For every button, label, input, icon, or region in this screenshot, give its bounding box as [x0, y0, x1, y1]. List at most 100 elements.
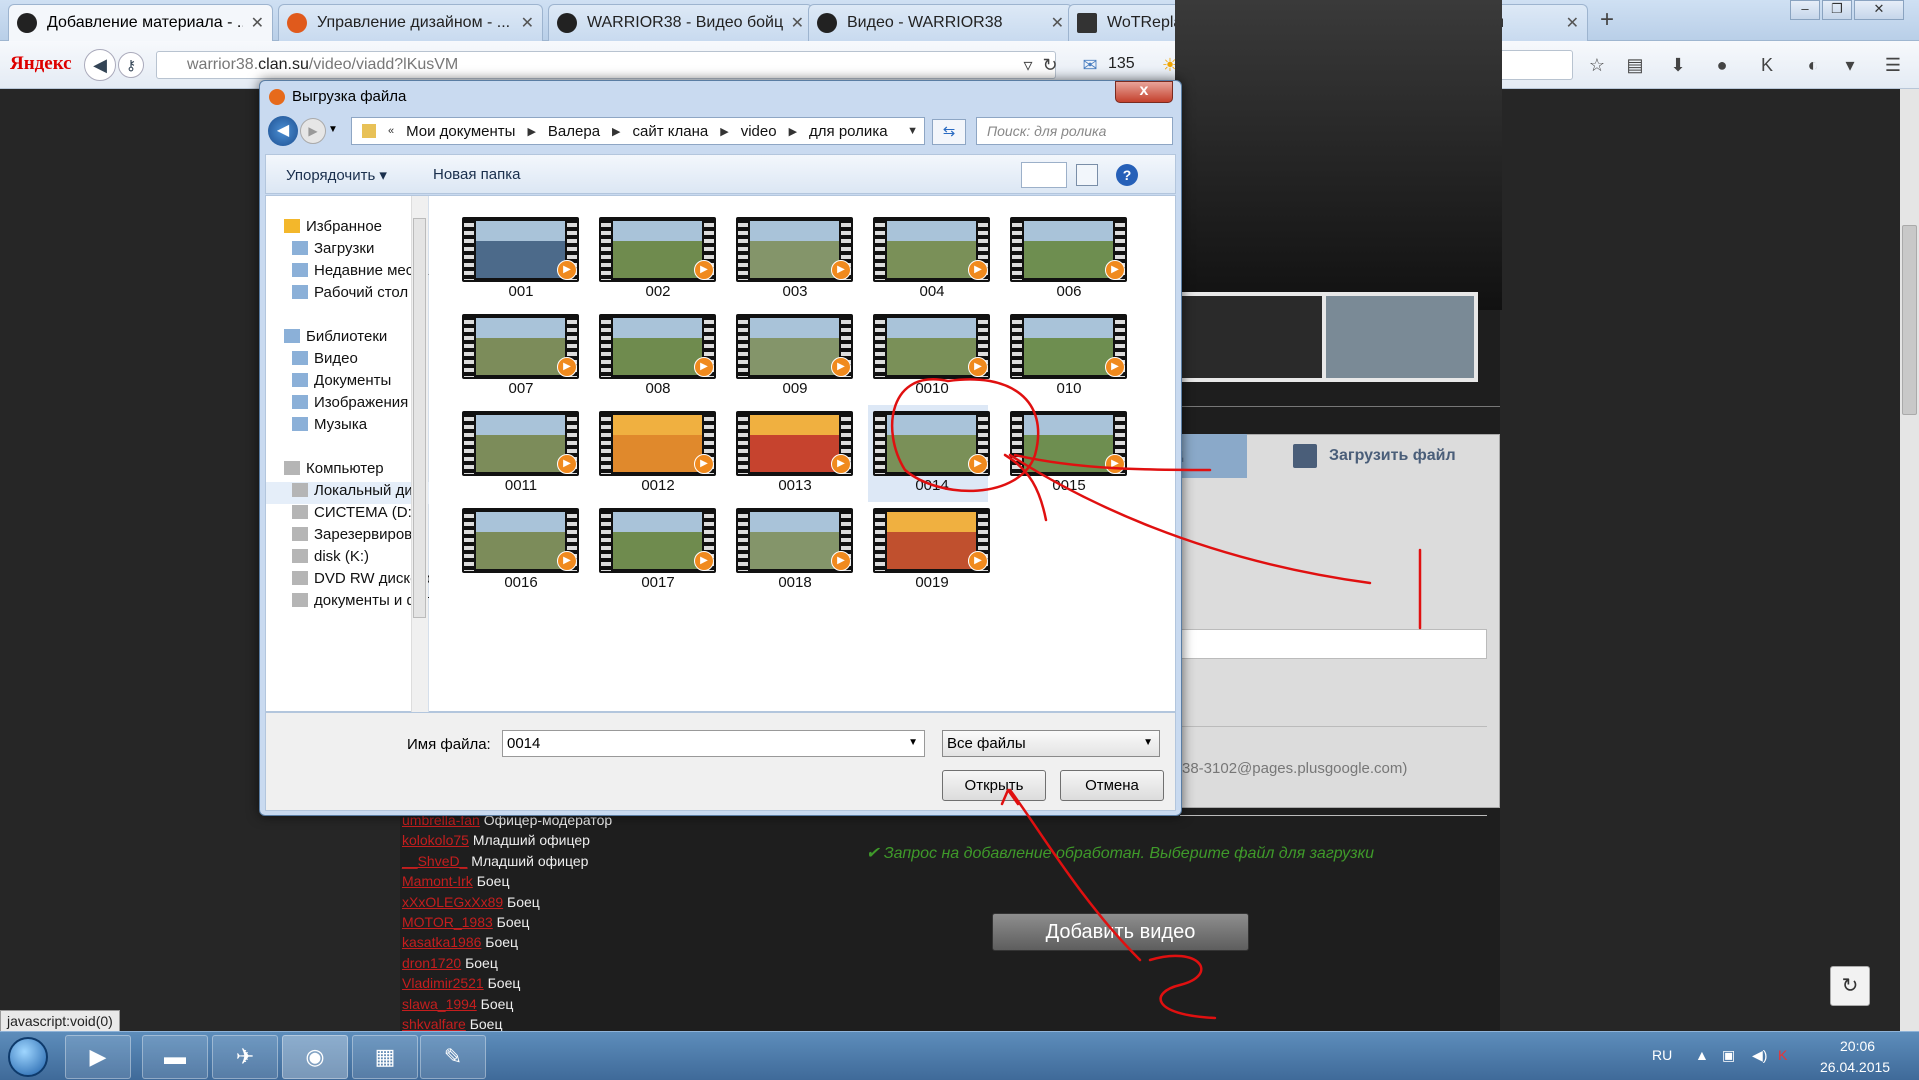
breadcrumb[interactable]: « Мои документы ▶ Валера ▶ сайт клана ▶ vid…	[351, 117, 925, 145]
tree-item[interactable]: Компьютер	[266, 460, 429, 482]
spreadsheet-icon[interactable]: ▦	[352, 1035, 418, 1079]
breadcrumb-dropdown-icon[interactable]: ▼	[907, 125, 918, 137]
key-icon[interactable]: ⚷	[118, 52, 144, 78]
clock-time[interactable]: 20:06	[1840, 1038, 1875, 1054]
close-tab-icon[interactable]: ✕	[1051, 13, 1064, 33]
address-bar[interactable]: warrior38.clan.su/video/viadd?lKusVM	[156, 51, 1056, 79]
history-dropdown-icon[interactable]: ▼	[328, 124, 338, 135]
tab-add-material[interactable]: Добавление материала - ... ✕	[8, 4, 273, 41]
member-link[interactable]: __ShveD_	[402, 853, 467, 869]
tree-item[interactable]: disk (K:)	[266, 548, 429, 570]
video-file-item[interactable]: ▶ 006	[1005, 211, 1127, 308]
refresh-icon[interactable]: ↻	[1830, 966, 1870, 1006]
open-button[interactable]: Открыть	[942, 770, 1046, 801]
bookmark-star-icon[interactable]: ☆	[1587, 55, 1607, 75]
dialog-close-button[interactable]: x	[1115, 81, 1173, 103]
forward-icon[interactable]: ▶	[300, 118, 326, 144]
reload-icon[interactable]: ↻	[1040, 55, 1060, 75]
video-file-item[interactable]: ▶ 009	[731, 308, 853, 405]
video-thumbnail[interactable]	[1176, 292, 1332, 382]
cancel-button[interactable]: Отмена	[1060, 770, 1164, 801]
chat-icon[interactable]: ●	[1712, 55, 1732, 75]
yandex-logo[interactable]: Яндекс	[10, 53, 72, 75]
member-link[interactable]: slawa_1994	[402, 996, 477, 1012]
video-file-item[interactable]: ▶ 0015	[1005, 405, 1127, 502]
chevron-down-icon[interactable]: ▾	[1840, 55, 1860, 75]
video-thumbnail[interactable]	[1322, 292, 1478, 382]
member-link[interactable]: Vladimir2521	[402, 975, 484, 991]
view-options-button[interactable]	[1021, 162, 1067, 188]
video-file-item[interactable]: ▶ 0018	[731, 502, 853, 599]
tree-item[interactable]: Видео	[266, 350, 429, 372]
media-player-icon[interactable]: ▶	[65, 1035, 131, 1079]
menu-icon[interactable]: ☰	[1883, 55, 1903, 75]
dropdown-arrow-icon[interactable]: ▿	[1018, 55, 1038, 75]
folder-icon[interactable]: ▬	[142, 1035, 208, 1079]
chevron-down-icon[interactable]: ▼	[908, 737, 918, 748]
video-file-item[interactable]: ▶ 001	[457, 211, 579, 308]
video-file-item[interactable]: ▶ 008	[594, 308, 716, 405]
tray-arrow-icon[interactable]: ▲	[1695, 1047, 1709, 1063]
maximize-button[interactable]: ❐	[1822, 0, 1852, 20]
video-file-item[interactable]: ▶ 0017	[594, 502, 716, 599]
dialog-search-input[interactable]: Поиск: для ролика	[976, 117, 1173, 145]
video-file-item[interactable]: ▶ 0012	[594, 405, 716, 502]
upload-file-tab[interactable]: Загрузить файл	[1248, 434, 1483, 478]
breadcrumb-item[interactable]: Мои документы	[406, 123, 515, 140]
tree-item[interactable]: DVD RW дисково	[266, 570, 429, 592]
breadcrumb-item[interactable]: Валера	[548, 123, 600, 140]
start-button[interactable]	[8, 1037, 48, 1077]
tab-warrior-video-fighters[interactable]: WARRIOR38 - Видео бойц... ✕	[548, 4, 813, 41]
video-file-item[interactable]: ▶ 002	[594, 211, 716, 308]
tree-item[interactable]: Рабочий стол	[266, 284, 429, 306]
video-file-item[interactable]: ▶ 0014	[868, 405, 990, 502]
tree-item[interactable]: документы и фот	[266, 592, 429, 614]
close-tab-icon[interactable]: ✕	[521, 13, 534, 33]
close-tab-icon[interactable]: ✕	[251, 13, 264, 33]
close-tab-icon[interactable]: ✕	[791, 13, 804, 33]
language-indicator[interactable]: RU	[1652, 1047, 1672, 1063]
tree-scrollbar-thumb[interactable]	[413, 218, 426, 618]
tree-item[interactable]: Недавние места	[266, 262, 429, 284]
tree-item[interactable]: Локальный диск	[266, 482, 429, 504]
tab-video-warrior[interactable]: Видео - WARRIOR38 ✕	[808, 4, 1073, 41]
video-file-item[interactable]: ▶ 004	[868, 211, 990, 308]
close-tab-icon[interactable]: ✕	[1566, 13, 1579, 33]
new-tab-button[interactable]: +	[1600, 6, 1614, 34]
video-file-item[interactable]: ▶ 010	[1005, 308, 1127, 405]
download-icon[interactable]: ⬇	[1668, 55, 1688, 75]
video-file-item[interactable]: ▶ 0013	[731, 405, 853, 502]
member-link[interactable]: shkvalfare	[402, 1016, 466, 1032]
refresh-icon[interactable]: ⇆	[932, 119, 966, 145]
page-scrollbar-thumb[interactable]	[1902, 225, 1917, 415]
video-file-item[interactable]: ▶ 007	[457, 308, 579, 405]
video-file-item[interactable]: ▶ 0010	[868, 308, 990, 405]
volume-icon[interactable]: ◀)	[1752, 1047, 1767, 1064]
video-file-item[interactable]: ▶ 0019	[868, 502, 990, 599]
tree-item[interactable]: СИСТЕМА (D:)	[266, 504, 429, 526]
close-window-button[interactable]: ✕	[1854, 0, 1904, 20]
tree-item[interactable]: Избранное	[266, 218, 429, 240]
video-file-item[interactable]: ▶ 0016	[457, 502, 579, 599]
back-icon[interactable]: ◀	[268, 116, 298, 146]
tree-item[interactable]: Документы	[266, 372, 429, 394]
mail-icon[interactable]: ✉	[1080, 55, 1100, 75]
clipboard-icon[interactable]: ▤	[1625, 55, 1645, 75]
tree-item[interactable]: Изображения	[266, 394, 429, 416]
breadcrumb-item[interactable]: для ролика	[809, 123, 888, 140]
minimize-button[interactable]: –	[1790, 0, 1820, 20]
tree-item[interactable]: Библиотеки	[266, 328, 429, 350]
chevron-down-icon[interactable]: ▼	[1143, 737, 1153, 748]
member-link[interactable]: kolokolo75	[402, 832, 469, 848]
preview-pane-icon[interactable]	[1076, 164, 1098, 186]
video-file-item[interactable]: ▶ 0011	[457, 405, 579, 502]
back-icon[interactable]: ◀	[84, 49, 116, 81]
tab-design[interactable]: Управление дизайном - ... ✕	[278, 4, 543, 41]
firefox-icon[interactable]: ◉	[282, 1035, 348, 1079]
member-link[interactable]: Mamont-Irk	[402, 873, 473, 889]
new-folder-button[interactable]: Новая папка	[433, 166, 520, 183]
antivirus-icon[interactable]: K	[1778, 1047, 1787, 1063]
clock-date[interactable]: 26.04.2015	[1820, 1059, 1890, 1075]
video-file-item[interactable]: ▶ 003	[731, 211, 853, 308]
tree-item[interactable]: Загрузки	[266, 240, 429, 262]
